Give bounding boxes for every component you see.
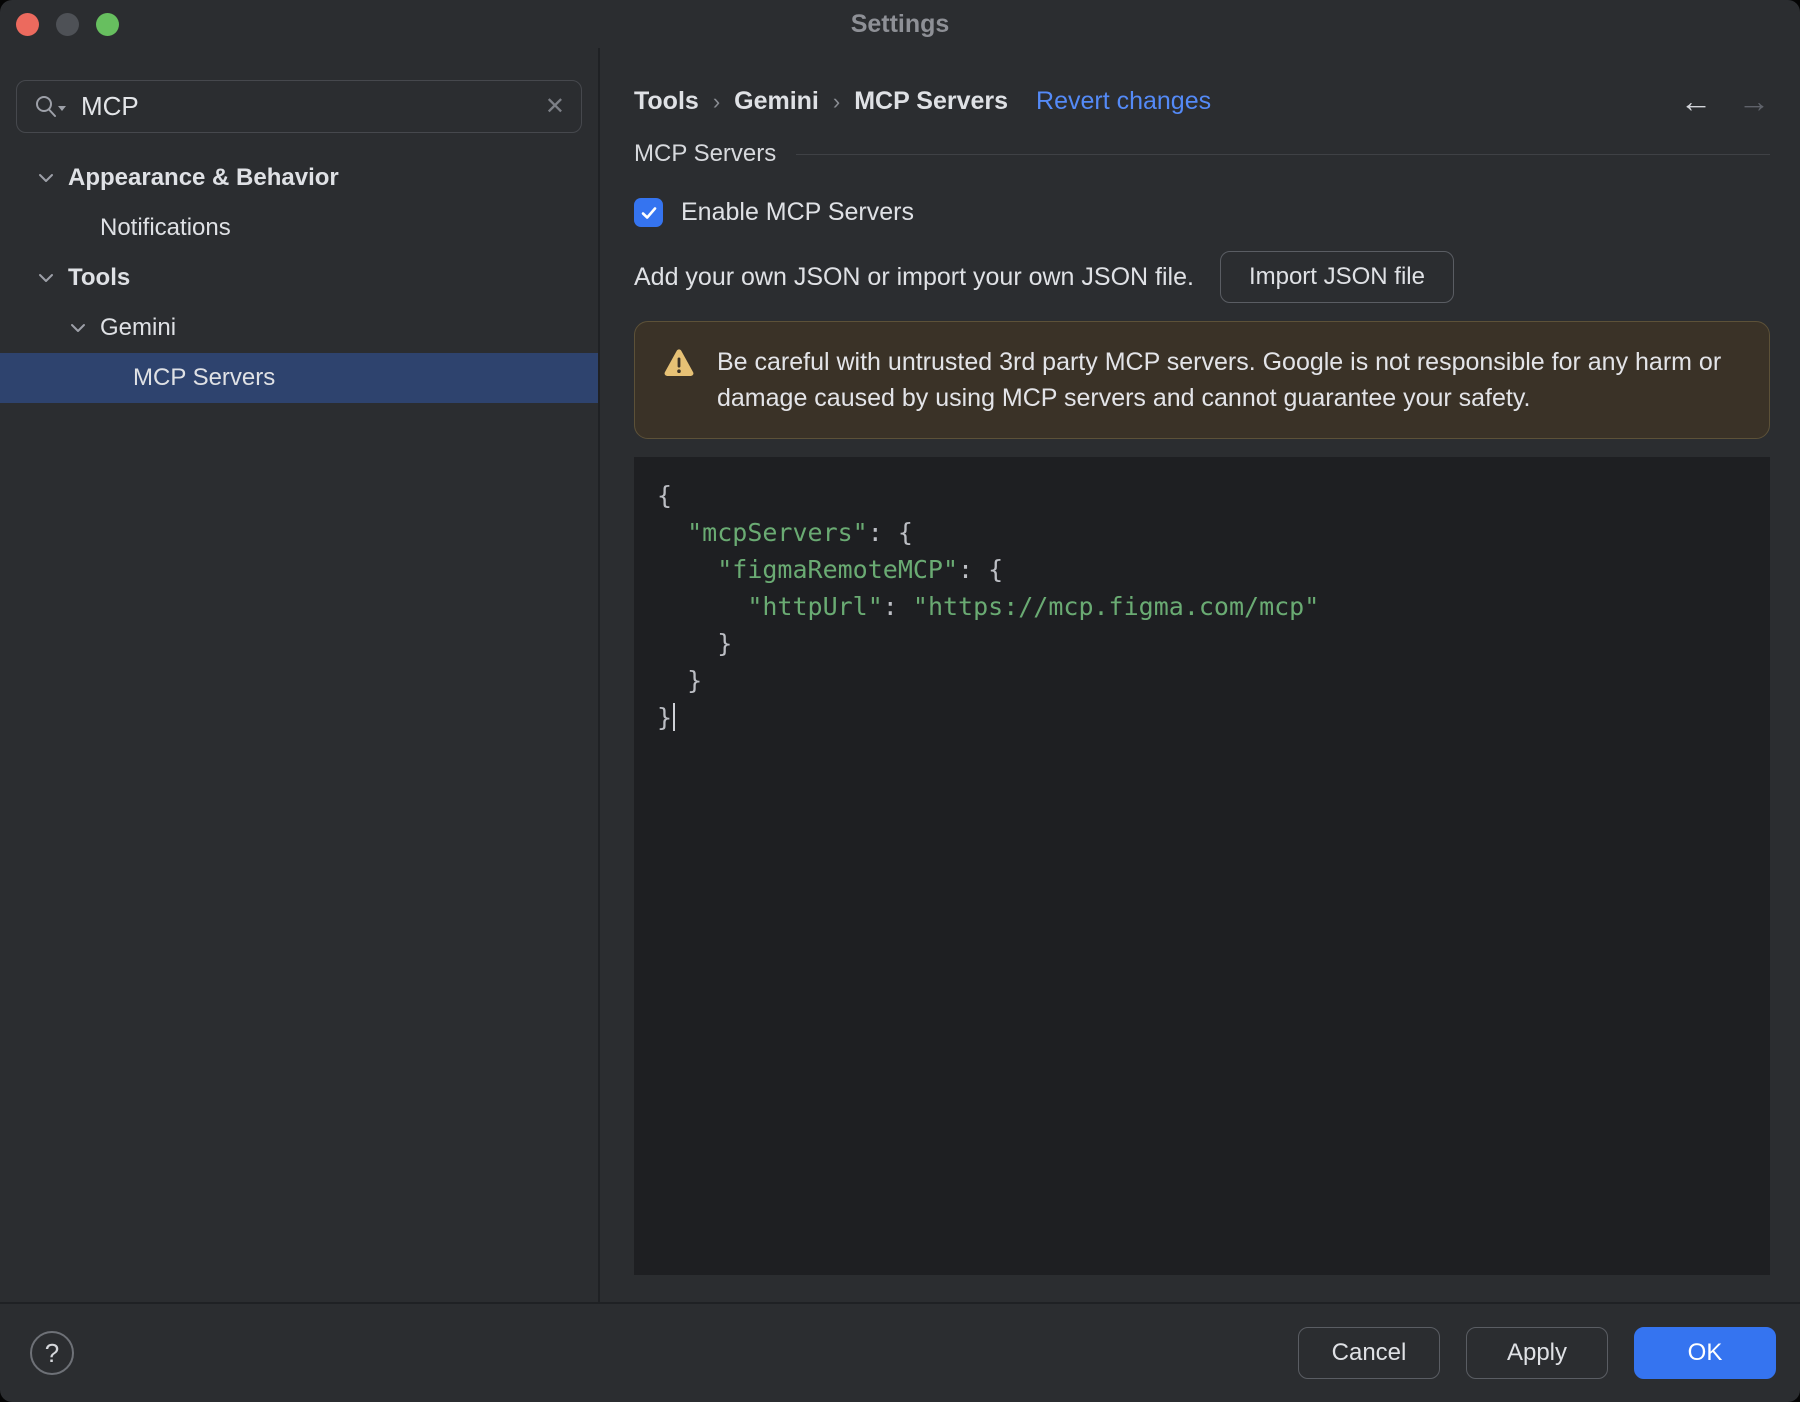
revert-changes-link[interactable]: Revert changes <box>1036 87 1211 116</box>
footer-buttons: Cancel Apply OK <box>1298 1327 1776 1379</box>
window-title: Settings <box>850 9 950 38</box>
sidebar-item-label: Tools <box>68 264 131 291</box>
json-editor-code: { "mcpServers": { "figmaRemoteMCP": { "h… <box>657 481 1320 732</box>
warning-banner: Be careful with untrusted 3rd party MCP … <box>634 321 1770 439</box>
settings-sidebar: ✕ Appearance & Behavior Notifications <box>0 48 600 1302</box>
sidebar-item-gemini[interactable]: Gemini <box>0 303 598 353</box>
sidebar-item-mcp-servers[interactable]: MCP Servers <box>0 353 598 403</box>
breadcrumb-tools[interactable]: Tools <box>634 87 699 116</box>
footer-bar: ? Cancel Apply OK <box>0 1302 1800 1402</box>
title-bar: Settings <box>0 0 1800 48</box>
history-nav: ← → <box>1680 85 1770 117</box>
settings-content: Tools › Gemini › MCP Servers Revert chan… <box>600 48 1800 1302</box>
forward-arrow-icon: → <box>1738 83 1770 119</box>
sidebar-item-notifications[interactable]: Notifications <box>0 203 598 253</box>
section-title: MCP Servers <box>634 140 777 167</box>
help-button[interactable]: ? <box>30 1331 74 1375</box>
apply-button[interactable]: Apply <box>1466 1327 1608 1379</box>
checkmark-icon <box>641 206 656 219</box>
settings-tree: Appearance & Behavior Notifications Tool… <box>0 153 598 403</box>
sidebar-item-appearance-behavior[interactable]: Appearance & Behavior <box>0 153 598 203</box>
json-editor[interactable]: { "mcpServers": { "figmaRemoteMCP": { "h… <box>634 457 1770 1275</box>
breadcrumb-gemini[interactable]: Gemini <box>734 87 819 116</box>
search-input[interactable] <box>81 91 545 122</box>
cancel-button[interactable]: Cancel <box>1298 1327 1440 1379</box>
chevron-down-icon[interactable] <box>34 166 58 190</box>
breadcrumb: Tools › Gemini › MCP Servers Revert chan… <box>634 76 1770 126</box>
breadcrumb-mcp-servers: MCP Servers <box>854 86 1009 115</box>
back-arrow-icon[interactable]: ← <box>1680 85 1712 117</box>
settings-window: Settings ✕ <box>0 0 1800 1402</box>
window-body: ✕ Appearance & Behavior Notifications <box>0 48 1800 1302</box>
warning-icon <box>664 349 694 377</box>
ok-button[interactable]: OK <box>1634 1327 1776 1379</box>
chevron-down-icon[interactable] <box>66 316 90 340</box>
sidebar-item-label: Notifications <box>100 214 231 241</box>
import-json-button[interactable]: Import JSON file <box>1219 251 1454 303</box>
search-icon <box>36 95 66 117</box>
chevron-down-icon[interactable] <box>34 266 58 290</box>
enable-mcp-label[interactable]: Enable MCP Servers <box>681 198 914 227</box>
breadcrumb-separator: › <box>712 89 721 114</box>
add-json-text: Add your own JSON or import your own JSO… <box>634 262 1194 291</box>
add-json-row: Add your own JSON or import your own JSO… <box>634 251 1770 303</box>
section-divider <box>796 153 1770 155</box>
sidebar-item-label: Appearance & Behavior <box>68 164 339 191</box>
section-header: MCP Servers <box>634 140 1770 168</box>
enable-mcp-checkbox[interactable] <box>634 198 663 227</box>
warning-text: Be careful with untrusted 3rd party MCP … <box>717 348 1722 412</box>
enable-mcp-row: Enable MCP Servers <box>634 198 1770 227</box>
search-area: ✕ <box>0 48 598 151</box>
help-question-icon: ? <box>44 1337 60 1368</box>
sidebar-item-tools[interactable]: Tools <box>0 253 598 303</box>
clear-search-icon[interactable]: ✕ <box>545 94 565 119</box>
settings-search-field[interactable]: ✕ <box>16 80 582 133</box>
text-cursor <box>673 703 676 731</box>
breadcrumb-separator: › <box>832 89 841 114</box>
sidebar-item-label: MCP Servers <box>133 364 276 391</box>
sidebar-item-label: Gemini <box>100 314 177 341</box>
